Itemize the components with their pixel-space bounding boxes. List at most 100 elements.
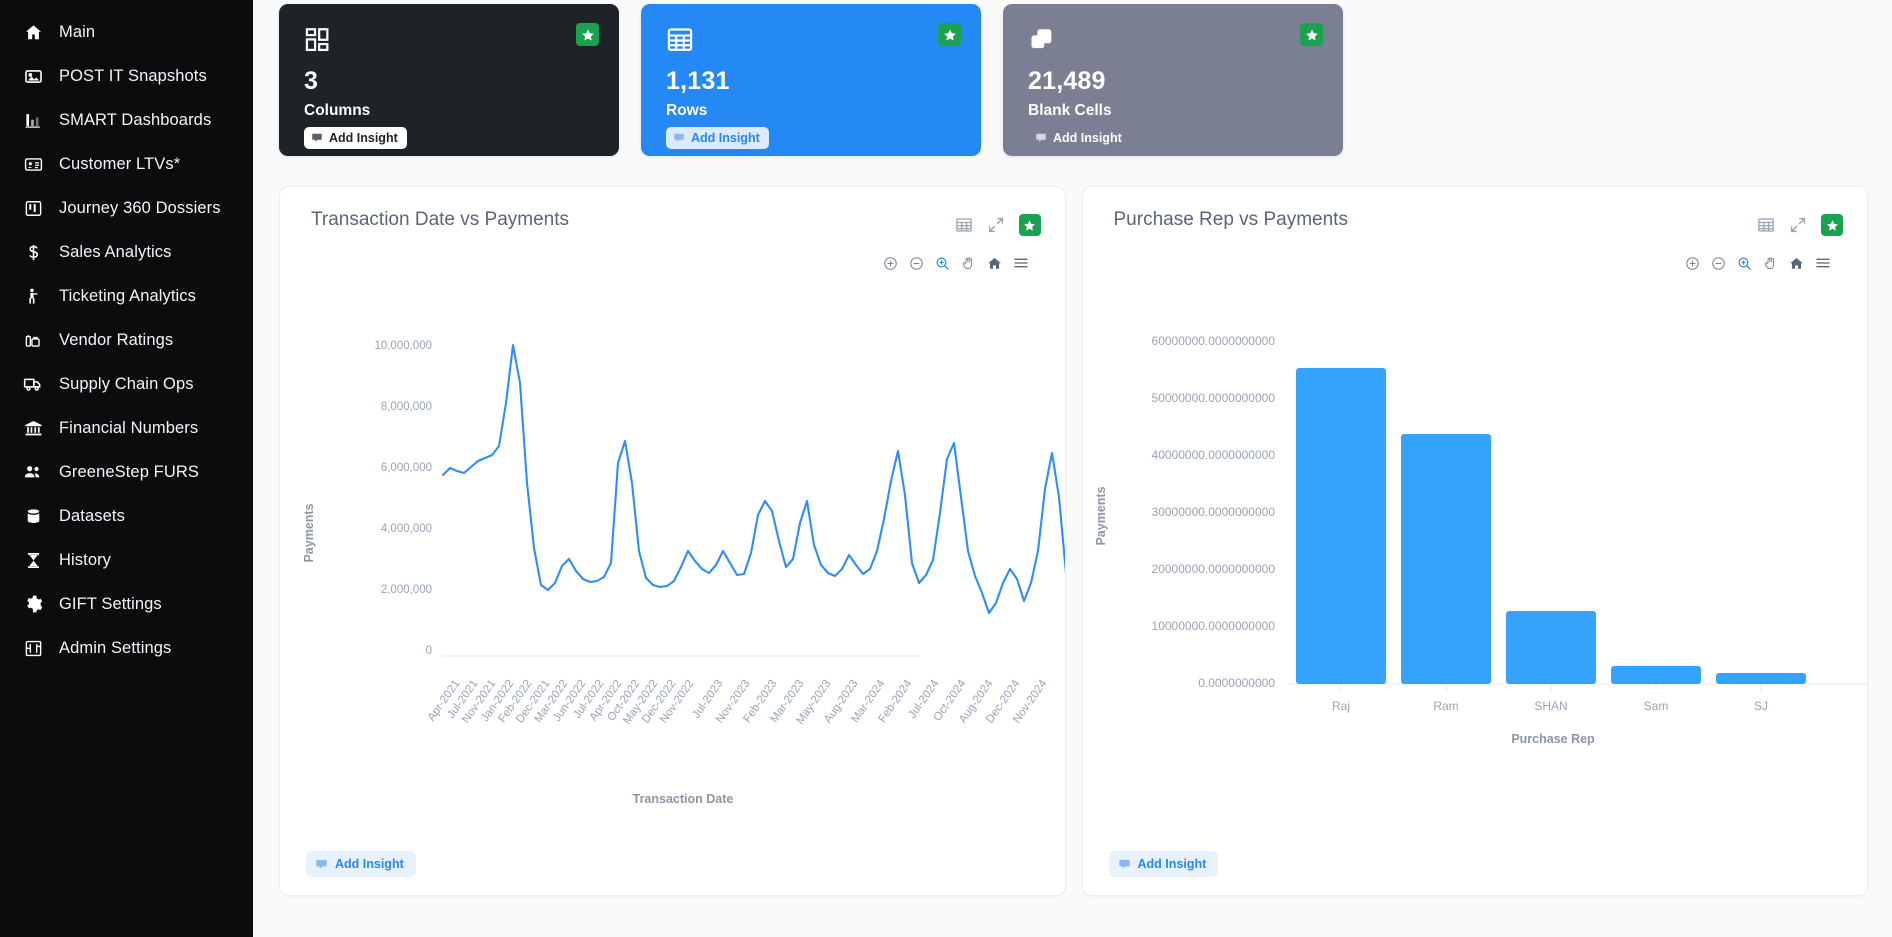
hourglass-icon: [20, 549, 46, 571]
sidebar-item-label: GreeneStep FURS: [59, 462, 199, 481]
y-tick-label: 2,000,000: [381, 584, 432, 596]
star-icon[interactable]: [938, 23, 961, 46]
table-icon[interactable]: [1757, 216, 1775, 234]
x-tick-label: Raj: [1331, 699, 1349, 713]
x-tick-label: SJ: [1753, 699, 1767, 713]
line-series: [441, 343, 1065, 615]
sidebar-item-customer-ltvs[interactable]: Customer LTVs*: [0, 142, 253, 186]
main-content: 3 Columns Add Insight 1,131 Rows Add Ins…: [253, 0, 1892, 937]
sidebar-item-greenestep-furs[interactable]: GreeneStep FURS: [0, 450, 253, 494]
sidebar-item-label: Vendor Ratings: [59, 330, 174, 349]
sidebar-item-financial-numbers[interactable]: Financial Numbers: [0, 406, 253, 450]
sidebar-item-admin-settings[interactable]: Admin Settings: [0, 626, 253, 670]
sidebar-item-label: Financial Numbers: [59, 418, 199, 437]
sidebar-item-label: Customer LTVs*: [59, 154, 181, 173]
sidebar-item-smart-dashboards[interactable]: SMART Dashboards: [0, 98, 253, 142]
star-icon[interactable]: [576, 23, 599, 46]
selection-zoom-icon[interactable]: [935, 256, 950, 271]
luggage-icon: [20, 329, 46, 351]
y-tick-label: 0: [426, 645, 432, 657]
sidebar-item-journey-360-dossiers[interactable]: Journey 360 Dossiers: [0, 186, 253, 230]
kpi-card-rows[interactable]: 1,131 Rows Add Insight: [641, 4, 981, 156]
person-icon: [20, 285, 46, 307]
zoom-in-icon[interactable]: [883, 256, 898, 271]
y-tick-label: 50000000.0000000000: [1151, 391, 1275, 405]
kpi-card-columns[interactable]: 3 Columns Add Insight: [279, 4, 619, 156]
comment-icon: [1118, 859, 1130, 869]
star-icon[interactable]: [1821, 214, 1843, 236]
zoom-in-icon[interactable]: [1685, 256, 1700, 271]
x-tick-label: Ram: [1433, 699, 1458, 713]
expand-icon[interactable]: [1789, 216, 1807, 234]
gear-icon: [20, 593, 46, 615]
chart-panel-row: Transaction Date vs Payments 10,000,000 …: [253, 156, 1892, 896]
menu-icon[interactable]: [1815, 255, 1831, 271]
panel-header-icons: [955, 209, 1041, 236]
database-icon: [20, 505, 46, 527]
layout-grid-icon: [304, 26, 601, 58]
sidebar-item-ticketing-analytics[interactable]: Ticketing Analytics: [0, 274, 253, 318]
sidebar-item-vendor-ratings[interactable]: Vendor Ratings: [0, 318, 253, 362]
comment-icon: [316, 859, 327, 869]
line-chart-plot[interactable]: 10,000,000 8,000,000 6,000,000 4,000,000…: [280, 283, 1065, 843]
sidebar-item-sales-analytics[interactable]: Sales Analytics: [0, 230, 253, 274]
pan-icon[interactable]: [1763, 256, 1778, 271]
home-icon[interactable]: [987, 256, 1002, 271]
add-insight-button[interactable]: Add Insight: [1028, 127, 1131, 149]
y-tick-label: 30000000.0000000000: [1151, 505, 1275, 519]
sidebar-item-gift-settings[interactable]: GIFT Settings: [0, 582, 253, 626]
table-icon[interactable]: [955, 216, 973, 234]
add-insight-button[interactable]: Add Insight: [306, 851, 416, 877]
panel-title: Purchase Rep vs Payments: [1113, 209, 1348, 230]
star-icon[interactable]: [1300, 23, 1323, 46]
panel-purchase-rep-vs-payments: Purchase Rep vs Payments 60000000.000000…: [1081, 186, 1868, 896]
sidebar-item-supply-chain-ops[interactable]: Supply Chain Ops: [0, 362, 253, 406]
comment-icon: [1036, 133, 1046, 142]
home-icon[interactable]: [1789, 256, 1804, 271]
expand-icon[interactable]: [987, 216, 1005, 234]
add-insight-button[interactable]: Add Insight: [304, 127, 407, 149]
y-axis-title: Payments: [1094, 486, 1108, 545]
bar: [1715, 673, 1806, 684]
kpi-label: Columns: [304, 102, 371, 119]
panel-header-icons: [1757, 209, 1843, 236]
sidebar-item-post-it-snapshots[interactable]: POST IT Snapshots: [0, 54, 253, 98]
pan-icon[interactable]: [961, 256, 976, 271]
zoom-out-icon[interactable]: [1711, 256, 1726, 271]
add-insight-label: Add Insight: [1053, 131, 1122, 145]
sidebar-item-main[interactable]: Main: [0, 10, 253, 54]
bar-chart-svg: 60000000.0000000000 50000000.0000000000 …: [1094, 334, 1868, 746]
y-tick-label: 0.0000000000: [1198, 676, 1275, 690]
kpi-value: 1,131: [666, 67, 730, 95]
sidebar-item-history[interactable]: History: [0, 538, 253, 582]
x-axis-title: Transaction Date: [633, 792, 734, 806]
y-tick-label: 10,000,000: [374, 340, 432, 352]
menu-icon[interactable]: [1013, 255, 1029, 271]
selection-zoom-icon[interactable]: [1737, 256, 1752, 271]
sidebar-item-label: Sales Analytics: [59, 242, 172, 261]
star-icon[interactable]: [1018, 214, 1041, 236]
panel-header: Purchase Rep vs Payments: [1083, 187, 1868, 236]
plot-toolbar: [1685, 255, 1831, 271]
y-tick-label: 4,000,000: [381, 523, 432, 535]
add-insight-button[interactable]: Add Insight: [1108, 851, 1219, 877]
panel-transaction-date-vs-payments: Transaction Date vs Payments 10,000,000 …: [279, 186, 1066, 896]
zoom-out-icon[interactable]: [909, 256, 924, 271]
sidebar-item-datasets[interactable]: Datasets: [0, 494, 253, 538]
copy-icon: [1028, 26, 1325, 58]
y-tick-label: 8,000,000: [381, 401, 432, 413]
panel-header: Transaction Date vs Payments: [280, 187, 1065, 236]
bar-chart-icon: [20, 109, 46, 131]
y-tick-label: 40000000.0000000000: [1151, 448, 1275, 462]
sidebar: Main POST IT Snapshots SMART Dashboards …: [0, 0, 253, 937]
kpi-card-blank-cells[interactable]: 21,489 Blank Cells Add Insight: [1003, 4, 1343, 156]
bar-chart-plot[interactable]: 60000000.0000000000 50000000.0000000000 …: [1083, 283, 1868, 843]
add-insight-label: Add Insight: [1137, 857, 1207, 871]
add-insight-button[interactable]: Add Insight: [666, 127, 769, 149]
add-insight-label: Add Insight: [335, 857, 404, 871]
sidebar-item-label: Journey 360 Dossiers: [59, 198, 221, 217]
comment-icon: [674, 133, 684, 142]
sidebar-item-label: Main: [59, 22, 96, 41]
sidebar-item-label: History: [59, 550, 112, 569]
bank-icon: [20, 417, 46, 439]
